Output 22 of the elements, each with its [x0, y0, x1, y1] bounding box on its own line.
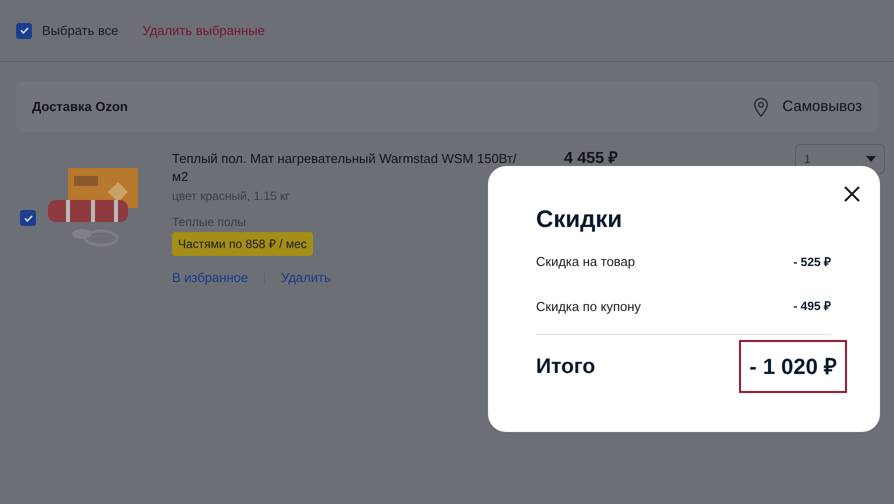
- action-link[interactable]: Удалить: [281, 268, 331, 288]
- discount-value: - 525 ₽: [793, 254, 831, 271]
- discount-value: - 495 ₽: [793, 298, 831, 316]
- checkbox[interactable]: [16, 22, 32, 38]
- product-price: 4 455 ₽: [564, 150, 618, 168]
- close-icon[interactable]: [842, 184, 862, 204]
- checkmark-icon: [22, 212, 34, 224]
- select-all-label[interactable]: Выбрать все: [42, 20, 118, 40]
- checkmark-icon: [18, 25, 30, 36]
- action-link[interactable]: В избранное: [172, 268, 248, 288]
- caret-icon: [866, 156, 876, 162]
- total-label: Итого: [536, 354, 596, 380]
- installment-badge: Частями по 858 ₽ / мес: [172, 232, 313, 256]
- location-pin-icon: [752, 96, 770, 118]
- delete-selected-link[interactable]: Удалить выбранные: [142, 20, 265, 40]
- dialog-title: Скидки: [536, 206, 624, 234]
- discount-label: Скидка по купону: [536, 298, 641, 316]
- delivery-title: Доставка Ozon: [32, 98, 128, 116]
- checkbox[interactable]: [20, 210, 36, 226]
- pickup-label[interactable]: Самовывоз: [782, 96, 862, 118]
- total-value: - 1 020 ₽: [739, 340, 847, 393]
- discount-label: Скидка на товар: [536, 253, 636, 271]
